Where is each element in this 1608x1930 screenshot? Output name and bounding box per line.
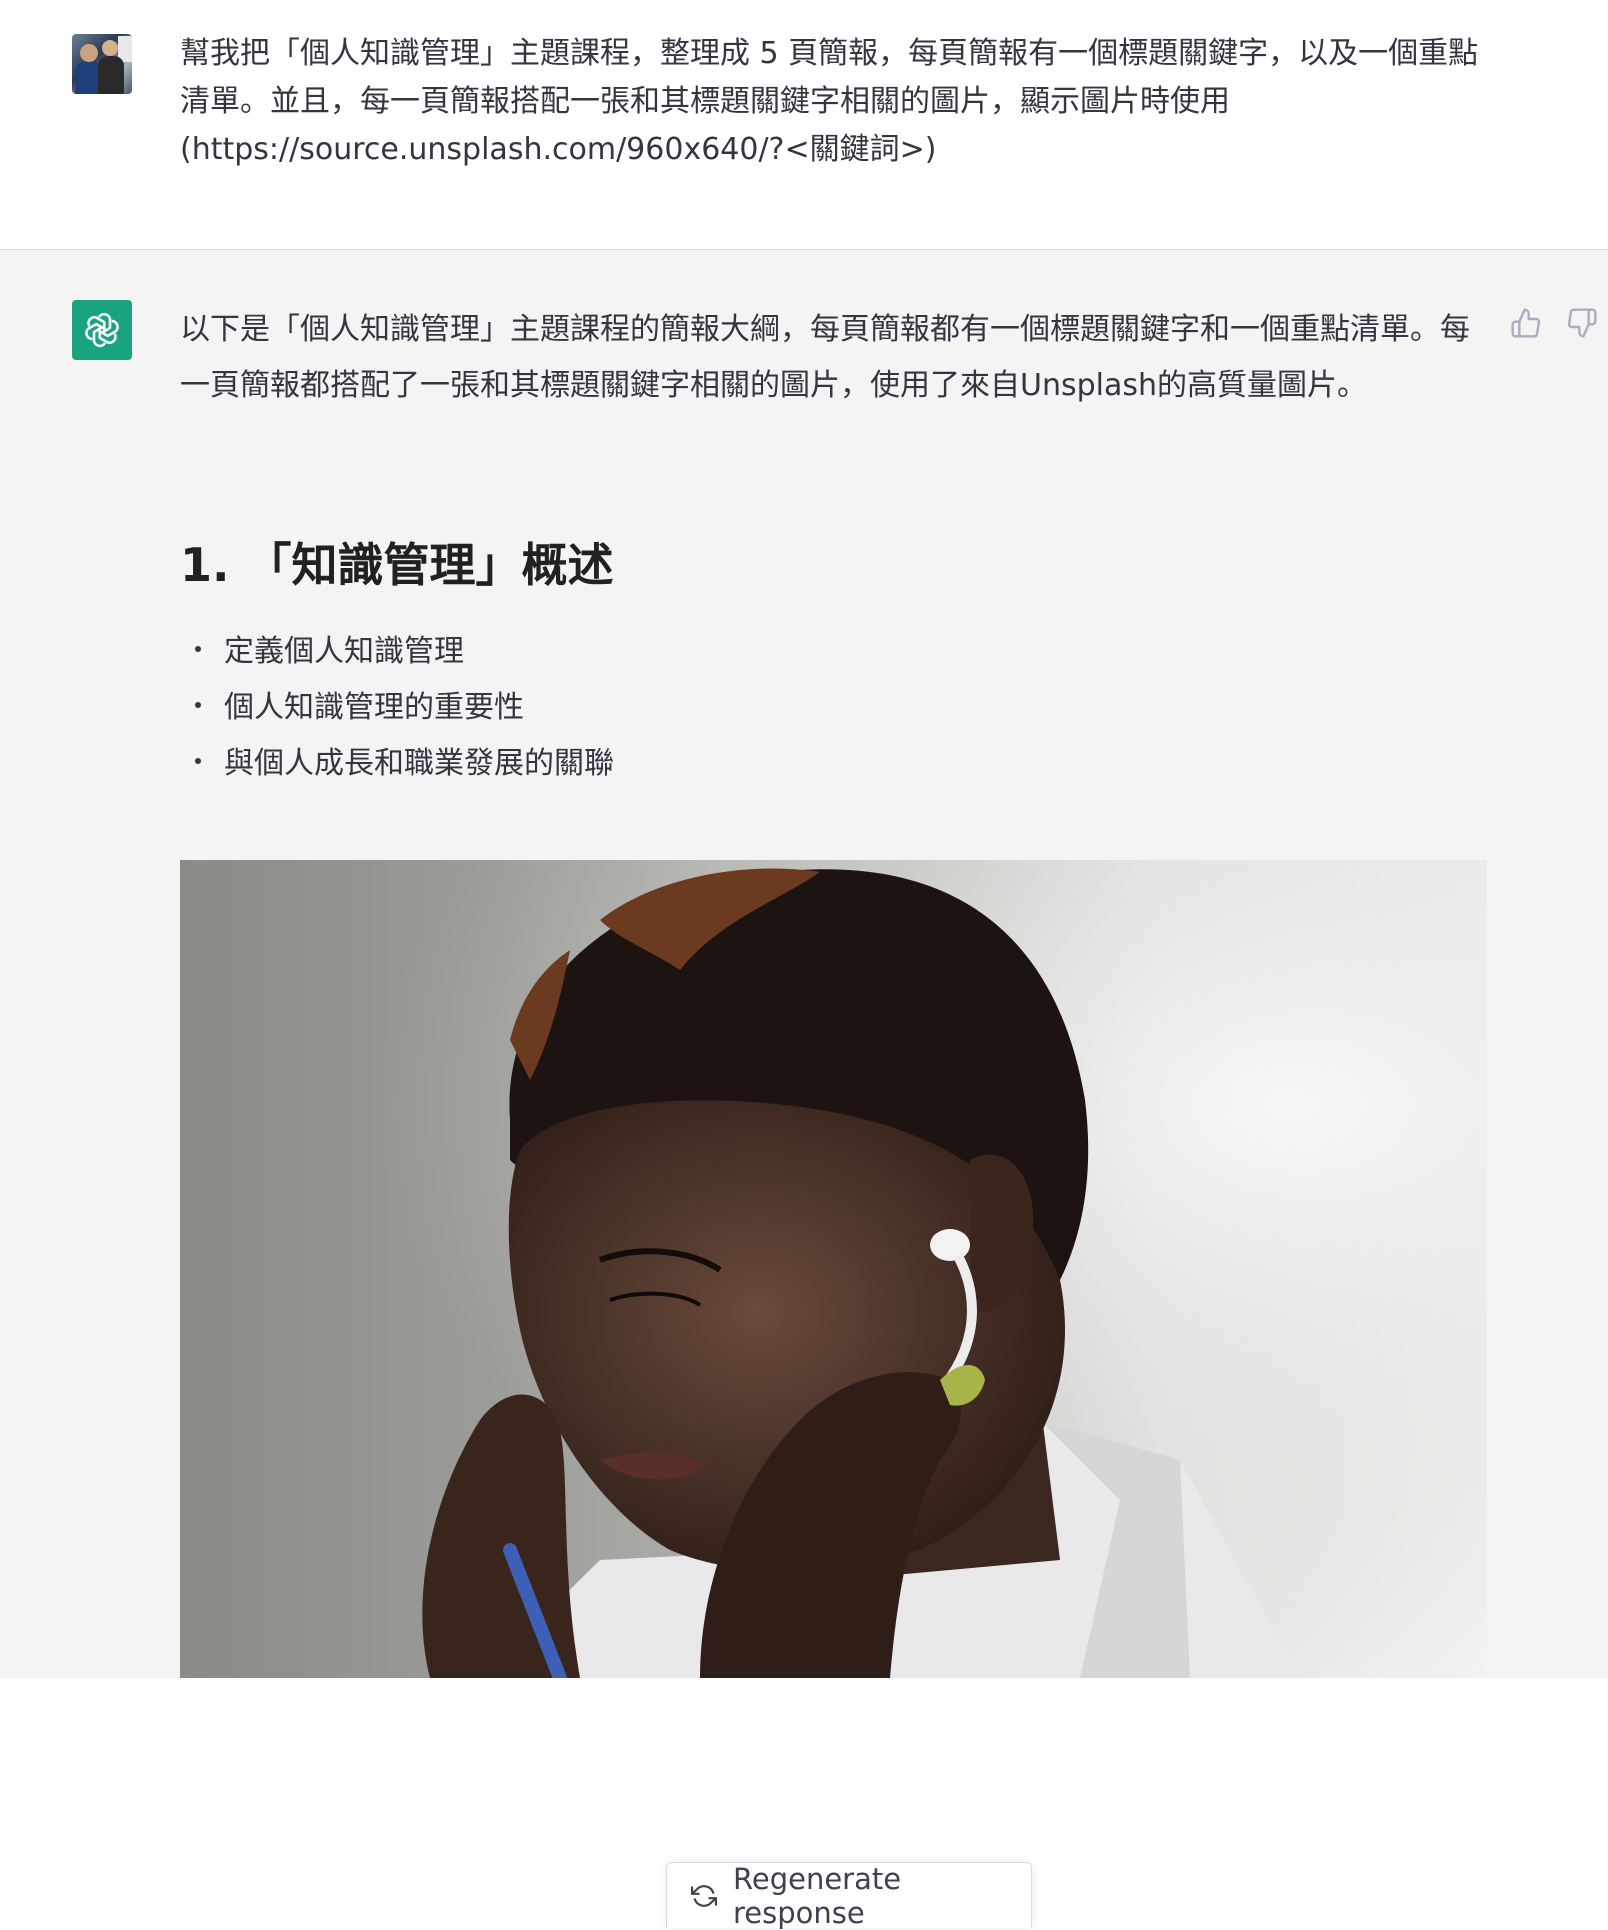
thumbs-down-button[interactable] xyxy=(1564,305,1600,341)
assistant-intro-text: 以下是「個人知識管理」主題課程的簡報大綱，每頁簡報都有一個標題關鍵字和一個重點清… xyxy=(180,312,1470,403)
list-item-text: 個人知識管理的重要性 xyxy=(224,690,524,725)
user-message-text: 幫我把「個人知識管理」主題課程，整理成 5 頁簡報，每頁簡報有一個標題關鍵字，以… xyxy=(180,36,1479,167)
openai-logo-icon xyxy=(72,300,132,360)
bullet-list: 定義個人知識管理 個人知識管理的重要性 與個人成長和職業發展的關聯 xyxy=(180,624,614,792)
list-item: 定義個人知識管理 xyxy=(180,624,614,680)
unsplash-photo xyxy=(180,860,1487,1678)
thumbs-down-icon xyxy=(1567,308,1597,338)
user-avatar xyxy=(72,34,132,94)
list-item: 與個人成長和職業發展的關聯 xyxy=(180,736,614,792)
list-item-text: 與個人成長和職業發展的關聯 xyxy=(224,746,614,781)
section-heading: 1. 「知識管理」概述 xyxy=(180,538,614,592)
regenerate-response-button[interactable]: Regenerate response xyxy=(666,1861,1032,1930)
thumbs-up-button[interactable] xyxy=(1508,305,1544,341)
list-item: 個人知識管理的重要性 xyxy=(180,680,614,736)
assistant-message-row: 以下是「個人知識管理」主題課程的簡報大綱，每頁簡報都有一個標題關鍵字和一個重點清… xyxy=(0,250,1608,1930)
regenerate-label: Regenerate response xyxy=(733,1861,902,1930)
list-item-text: 定義個人知識管理 xyxy=(224,634,464,669)
user-message-row: 幫我把「個人知識管理」主題課程，整理成 5 頁簡報，每頁簡報有一個標題關鍵字，以… xyxy=(0,0,1608,250)
thumbs-up-icon xyxy=(1511,308,1541,338)
refresh-icon xyxy=(691,1883,717,1909)
